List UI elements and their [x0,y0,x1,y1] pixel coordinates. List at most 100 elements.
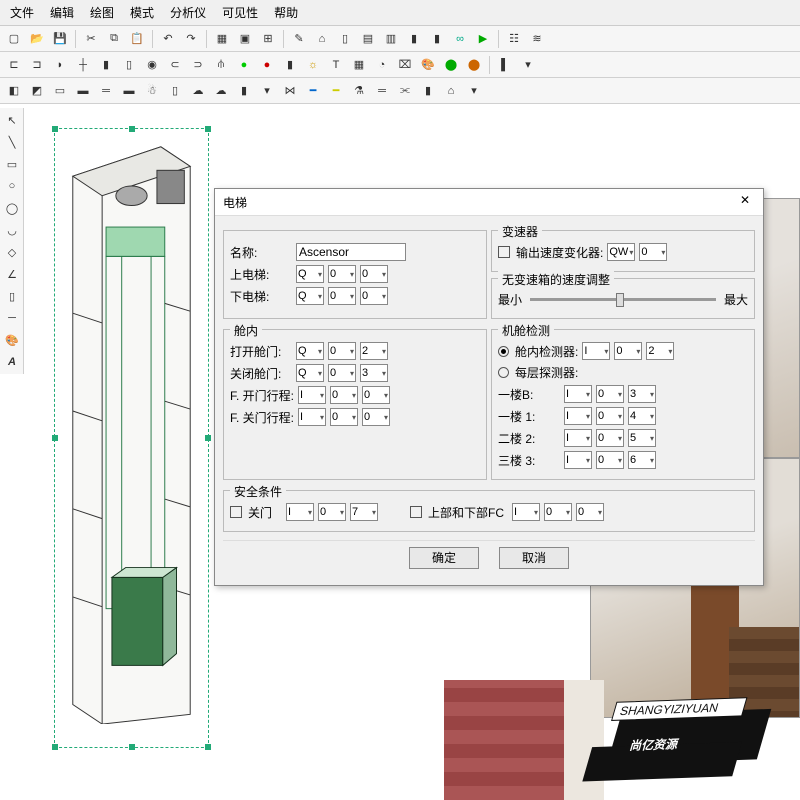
fb-0[interactable]: 0 [596,385,624,403]
fopen-0[interactable]: 0 [330,386,358,404]
f2-5[interactable]: 5 [628,429,656,447]
dropdown-icon[interactable]: ▾ [518,55,538,75]
relay-icon[interactable]: ⊃ [188,55,208,75]
motor-icon[interactable]: ▭ [50,81,70,101]
poly-icon[interactable]: ◇ [2,242,22,262]
graph-icon[interactable]: ≋ [527,29,547,49]
panel-icon[interactable]: ▦ [349,55,369,75]
open-q[interactable]: Q [296,342,324,360]
close-icon[interactable]: ✕ [735,193,755,211]
conveyor-icon[interactable]: ▬ [73,81,93,101]
pencil-icon[interactable]: ✎ [289,29,309,49]
contact-icon[interactable]: ⊂ [165,55,185,75]
open-0[interactable]: 0 [328,342,356,360]
equals-icon[interactable]: ═ [372,81,392,101]
device-icon[interactable]: ⌂ [312,29,332,49]
down-0-spin[interactable]: 0 [328,287,356,305]
circle-icon[interactable]: ○ [2,176,22,196]
f2-0[interactable]: 0 [596,429,624,447]
radio-floor-detector[interactable] [498,367,509,378]
down-0b-spin[interactable]: 0 [360,287,388,305]
text2-icon[interactable]: A [2,352,22,372]
paste-icon[interactable]: 📋 [127,29,147,49]
cloud-icon[interactable]: ☁ [211,81,231,101]
new-icon[interactable]: ▢ [4,29,24,49]
cg-7[interactable]: 7 [350,503,378,521]
chk-top-bottom-fc[interactable] [410,506,422,518]
elevator-shaft-object[interactable] [54,128,209,748]
menu-visibility[interactable]: 可见性 [216,2,264,23]
menu-help[interactable]: 帮助 [268,2,304,23]
up-0-spin[interactable]: 0 [328,265,356,283]
arc-icon[interactable]: ◡ [2,220,22,240]
dash-yellow-icon[interactable]: ━ [326,81,346,101]
in-icon[interactable]: ⬤ [441,55,461,75]
gear-qw-spin[interactable]: QW [607,243,635,261]
coil-icon[interactable]: ◉ [142,55,162,75]
play-icon[interactable]: ▶ [473,29,493,49]
gear-checkbox[interactable] [498,246,510,258]
column-icon[interactable]: ▮ [234,81,254,101]
text-icon[interactable]: T [326,55,346,75]
f3-0[interactable]: 0 [596,451,624,469]
led-green-icon[interactable]: ● [234,55,254,75]
link-icon[interactable]: ⫘ [395,81,415,101]
up-0b-spin[interactable]: 0 [360,265,388,283]
half-icon[interactable]: ◗ [50,55,70,75]
flip-icon[interactable]: ⊐ [27,55,47,75]
bars-icon[interactable]: ▮ [418,81,438,101]
rail-icon[interactable]: ═ [96,81,116,101]
f1-i[interactable]: I [564,407,592,425]
cg-i[interactable]: I [286,503,314,521]
rect-icon[interactable]: ▭ [2,154,22,174]
menu-mode[interactable]: 模式 [124,2,160,23]
bar-icon[interactable]: ▯ [2,286,22,306]
angle-icon[interactable]: ∠ [2,264,22,284]
switch-icon[interactable]: ⫛ [211,55,231,75]
round-icon[interactable]: ◯ [2,198,22,218]
close-q[interactable]: Q [296,364,324,382]
palette-icon[interactable]: 🎨 [418,55,438,75]
menu-file[interactable]: 文件 [4,2,40,23]
box-icon[interactable]: ▯ [335,29,355,49]
palette2-icon[interactable]: 🎨 [2,330,22,350]
gear-0-spin[interactable]: 0 [639,243,667,261]
tb-0[interactable]: 0 [544,503,572,521]
menu-analyzer[interactable]: 分析仪 [164,2,212,23]
bowtie-icon[interactable]: ⋈ [280,81,300,101]
speed-slider[interactable] [530,298,716,301]
chart-icon[interactable]: ☷ [504,29,524,49]
close-0[interactable]: 0 [328,364,356,382]
name-input[interactable] [296,243,406,261]
block1-icon[interactable]: ▮ [96,55,116,75]
obj1-icon[interactable]: ◧ [4,81,24,101]
redo-icon[interactable]: ↷ [181,29,201,49]
fclose-i[interactable]: I [298,408,326,426]
snap-icon[interactable]: ▣ [235,29,255,49]
f1-0[interactable]: 0 [596,407,624,425]
segment-icon[interactable]: ▬ [119,81,139,101]
report-icon[interactable]: ▥ [381,29,401,49]
fopen-i[interactable]: I [298,386,326,404]
end-dropdown-icon[interactable]: ▾ [464,81,484,101]
dc-2[interactable]: 2 [646,342,674,360]
pump-icon[interactable]: ☁ [188,81,208,101]
display-icon[interactable]: ⌧ [395,55,415,75]
close-3[interactable]: 3 [360,364,388,382]
f3-i[interactable]: I [564,451,592,469]
up-q-spin[interactable]: Q [296,265,324,283]
cursor-icon[interactable]: ↖ [2,110,22,130]
ok-button[interactable]: 确定 [409,547,479,569]
open-2[interactable]: 2 [360,342,388,360]
radio-cabin-detector[interactable] [498,346,509,357]
f1-4[interactable]: 4 [628,407,656,425]
chk-close-gate[interactable] [230,506,242,518]
fb-i[interactable]: I [564,385,592,403]
lamp-icon[interactable]: ☼ [303,55,323,75]
traffic-icon[interactable]: ▮ [280,55,300,75]
fopen-0b[interactable]: 0 [362,386,390,404]
save-icon[interactable]: 💾 [50,29,70,49]
menu-draw[interactable]: 绘图 [84,2,120,23]
copy-icon[interactable]: ⧉ [104,29,124,49]
house-icon[interactable]: ⌂ [441,81,461,101]
